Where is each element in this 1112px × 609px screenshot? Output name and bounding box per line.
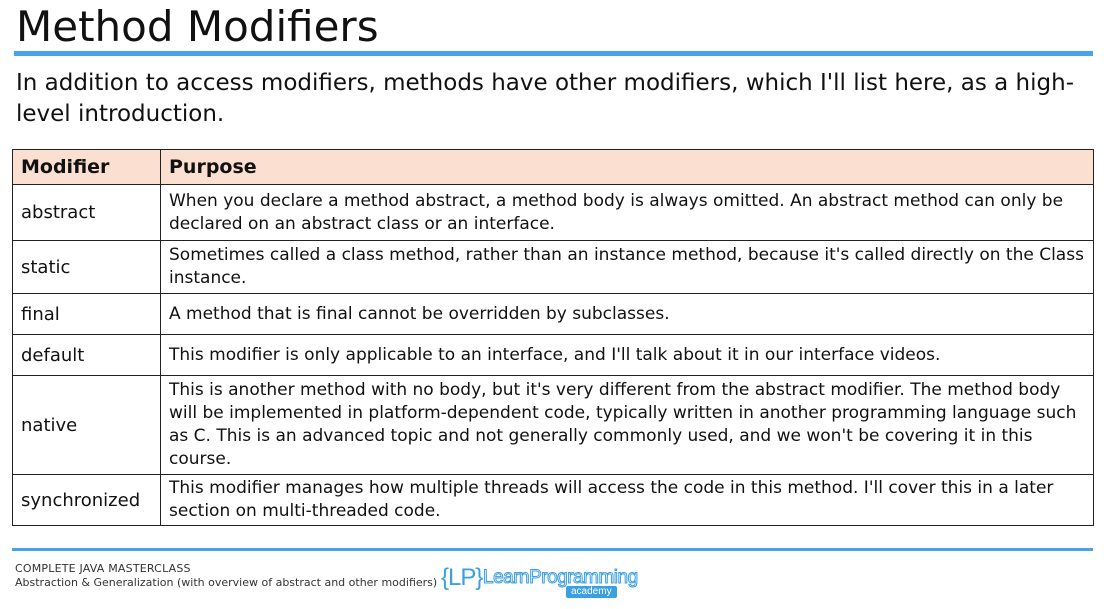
- column-header-purpose: Purpose: [160, 149, 1094, 185]
- table-row: abstract When you declare a method abstr…: [12, 184, 1094, 241]
- slide-title: Method Modifiers: [16, 2, 379, 51]
- modifier-cell: abstract: [12, 184, 161, 241]
- logo-academy-tag: academy: [566, 586, 617, 598]
- course-name: COMPLETE JAVA MASTERCLASS: [15, 562, 191, 575]
- purpose-cell: When you declare a method abstract, a me…: [160, 184, 1094, 241]
- modifier-cell: final: [12, 293, 161, 335]
- purpose-cell: This modifier manages how multiple threa…: [160, 474, 1094, 526]
- intro-paragraph: In addition to access modifiers, methods…: [16, 70, 1074, 127]
- table-row: final A method that is final cannot be o…: [12, 293, 1094, 335]
- modifier-cell: default: [12, 334, 161, 376]
- table-row: static Sometimes called a class method, …: [12, 240, 1094, 294]
- learnprogramming-logo: {LP} LearnProgramming academy: [441, 562, 639, 600]
- lecture-subtitle: Abstraction & Generalization (with overv…: [15, 576, 438, 589]
- column-header-modifier: Modifier: [12, 149, 161, 185]
- table-header-row: Modifier Purpose: [12, 149, 1094, 185]
- footer-divider: [12, 548, 1093, 551]
- purpose-cell: This is another method with no body, but…: [160, 375, 1094, 475]
- modifier-cell: static: [12, 240, 161, 294]
- title-underline: [14, 51, 1093, 56]
- logo-mark: {LP}: [441, 564, 483, 591]
- table-row: native This is another method with no bo…: [12, 375, 1094, 475]
- modifier-cell: synchronized: [12, 474, 161, 526]
- modifiers-table: Modifier Purpose abstract When you decla…: [12, 149, 1094, 526]
- purpose-cell: Sometimes called a class method, rather …: [160, 240, 1094, 294]
- purpose-cell: This modifier is only applicable to an i…: [160, 334, 1094, 376]
- purpose-cell: A method that is final cannot be overrid…: [160, 293, 1094, 335]
- table-row: default This modifier is only applicable…: [12, 334, 1094, 376]
- modifier-cell: native: [12, 375, 161, 475]
- table-row: synchronized This modifier manages how m…: [12, 474, 1094, 526]
